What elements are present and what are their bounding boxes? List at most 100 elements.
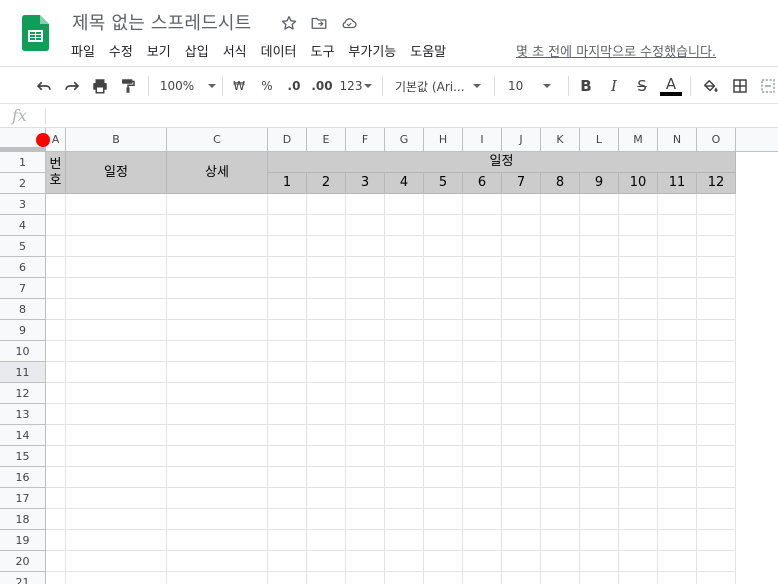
cell-A6[interactable] [46, 257, 66, 278]
cell-C3[interactable] [167, 194, 268, 215]
cell-L13[interactable] [580, 404, 619, 425]
cell-E5[interactable] [307, 236, 346, 257]
cell-F4[interactable] [346, 215, 385, 236]
cell-B6[interactable] [66, 257, 167, 278]
cell-M5[interactable] [619, 236, 658, 257]
row-header-14[interactable]: 14 [0, 425, 46, 446]
cell-I14[interactable] [463, 425, 502, 446]
cell-B12[interactable] [66, 383, 167, 404]
cell-F12[interactable] [346, 383, 385, 404]
row-header-19[interactable]: 19 [0, 530, 46, 551]
cell-I13[interactable] [463, 404, 502, 425]
cell-L20[interactable] [580, 551, 619, 572]
cell-J6[interactable] [502, 257, 541, 278]
undo-icon[interactable] [32, 75, 56, 97]
percent-format-button[interactable]: % [257, 75, 277, 97]
cell-J4[interactable] [502, 215, 541, 236]
cell-B21[interactable] [66, 572, 167, 584]
cell-K8[interactable] [541, 299, 580, 320]
cell-M3[interactable] [619, 194, 658, 215]
cell-O11[interactable] [697, 362, 736, 383]
cell-I16[interactable] [463, 467, 502, 488]
row-header-20[interactable]: 20 [0, 551, 46, 572]
header-cell-month-4[interactable]: 4 [385, 173, 424, 194]
cell-D6[interactable] [268, 257, 307, 278]
cell-H6[interactable] [424, 257, 463, 278]
cell-C11[interactable] [167, 362, 268, 383]
cell-J14[interactable] [502, 425, 541, 446]
column-header-O[interactable]: O [697, 128, 736, 152]
cell-D9[interactable] [268, 320, 307, 341]
cell-F3[interactable] [346, 194, 385, 215]
cell-G6[interactable] [385, 257, 424, 278]
cell-I19[interactable] [463, 530, 502, 551]
column-header-N[interactable]: N [658, 128, 697, 152]
cell-F14[interactable] [346, 425, 385, 446]
cell-J12[interactable] [502, 383, 541, 404]
cell-B17[interactable] [66, 488, 167, 509]
cell-H7[interactable] [424, 278, 463, 299]
cell-F13[interactable] [346, 404, 385, 425]
cell-J18[interactable] [502, 509, 541, 530]
cell-I17[interactable] [463, 488, 502, 509]
cell-E13[interactable] [307, 404, 346, 425]
cell-B15[interactable] [66, 446, 167, 467]
cell-D18[interactable] [268, 509, 307, 530]
header-cell-month-12[interactable]: 12 [697, 173, 736, 194]
cell-I9[interactable] [463, 320, 502, 341]
cell-H17[interactable] [424, 488, 463, 509]
row-header-4[interactable]: 4 [0, 215, 46, 236]
cell-F16[interactable] [346, 467, 385, 488]
cell-K19[interactable] [541, 530, 580, 551]
cell-B8[interactable] [66, 299, 167, 320]
cell-C7[interactable] [167, 278, 268, 299]
cell-G15[interactable] [385, 446, 424, 467]
cell-B19[interactable] [66, 530, 167, 551]
cell-G12[interactable] [385, 383, 424, 404]
row-header-1[interactable]: 1 [0, 152, 46, 173]
row-header-9[interactable]: 9 [0, 320, 46, 341]
cell-F15[interactable] [346, 446, 385, 467]
menu-addons[interactable]: 부가기능 [348, 41, 396, 60]
cell-E21[interactable] [307, 572, 346, 584]
cell-M20[interactable] [619, 551, 658, 572]
cell-E8[interactable] [307, 299, 346, 320]
cell-E3[interactable] [307, 194, 346, 215]
cell-D16[interactable] [268, 467, 307, 488]
cell-D10[interactable] [268, 341, 307, 362]
cell-C18[interactable] [167, 509, 268, 530]
font-family-select[interactable]: 기본값 (Ari... [395, 75, 487, 97]
cell-K10[interactable] [541, 341, 580, 362]
cell-D13[interactable] [268, 404, 307, 425]
cell-L11[interactable] [580, 362, 619, 383]
cell-G21[interactable] [385, 572, 424, 584]
cell-N21[interactable] [658, 572, 697, 584]
cell-B11[interactable] [66, 362, 167, 383]
cell-A7[interactable] [46, 278, 66, 299]
column-header-C[interactable]: C [167, 128, 268, 152]
cell-J7[interactable] [502, 278, 541, 299]
cell-G17[interactable] [385, 488, 424, 509]
cell-E10[interactable] [307, 341, 346, 362]
cell-O7[interactable] [697, 278, 736, 299]
cell-E17[interactable] [307, 488, 346, 509]
cell-K7[interactable] [541, 278, 580, 299]
row-header-13[interactable]: 13 [0, 404, 46, 425]
cell-O3[interactable] [697, 194, 736, 215]
cell-K20[interactable] [541, 551, 580, 572]
cell-C5[interactable] [167, 236, 268, 257]
cell-G8[interactable] [385, 299, 424, 320]
cell-G13[interactable] [385, 404, 424, 425]
header-cell-month-11[interactable]: 11 [658, 173, 697, 194]
cell-C16[interactable] [167, 467, 268, 488]
cell-G14[interactable] [385, 425, 424, 446]
column-header-D[interactable]: D [268, 128, 307, 152]
cell-O12[interactable] [697, 383, 736, 404]
cell-G3[interactable] [385, 194, 424, 215]
cell-B9[interactable] [66, 320, 167, 341]
cell-M10[interactable] [619, 341, 658, 362]
cell-I15[interactable] [463, 446, 502, 467]
cell-O21[interactable] [697, 572, 736, 584]
cell-C14[interactable] [167, 425, 268, 446]
cell-M7[interactable] [619, 278, 658, 299]
